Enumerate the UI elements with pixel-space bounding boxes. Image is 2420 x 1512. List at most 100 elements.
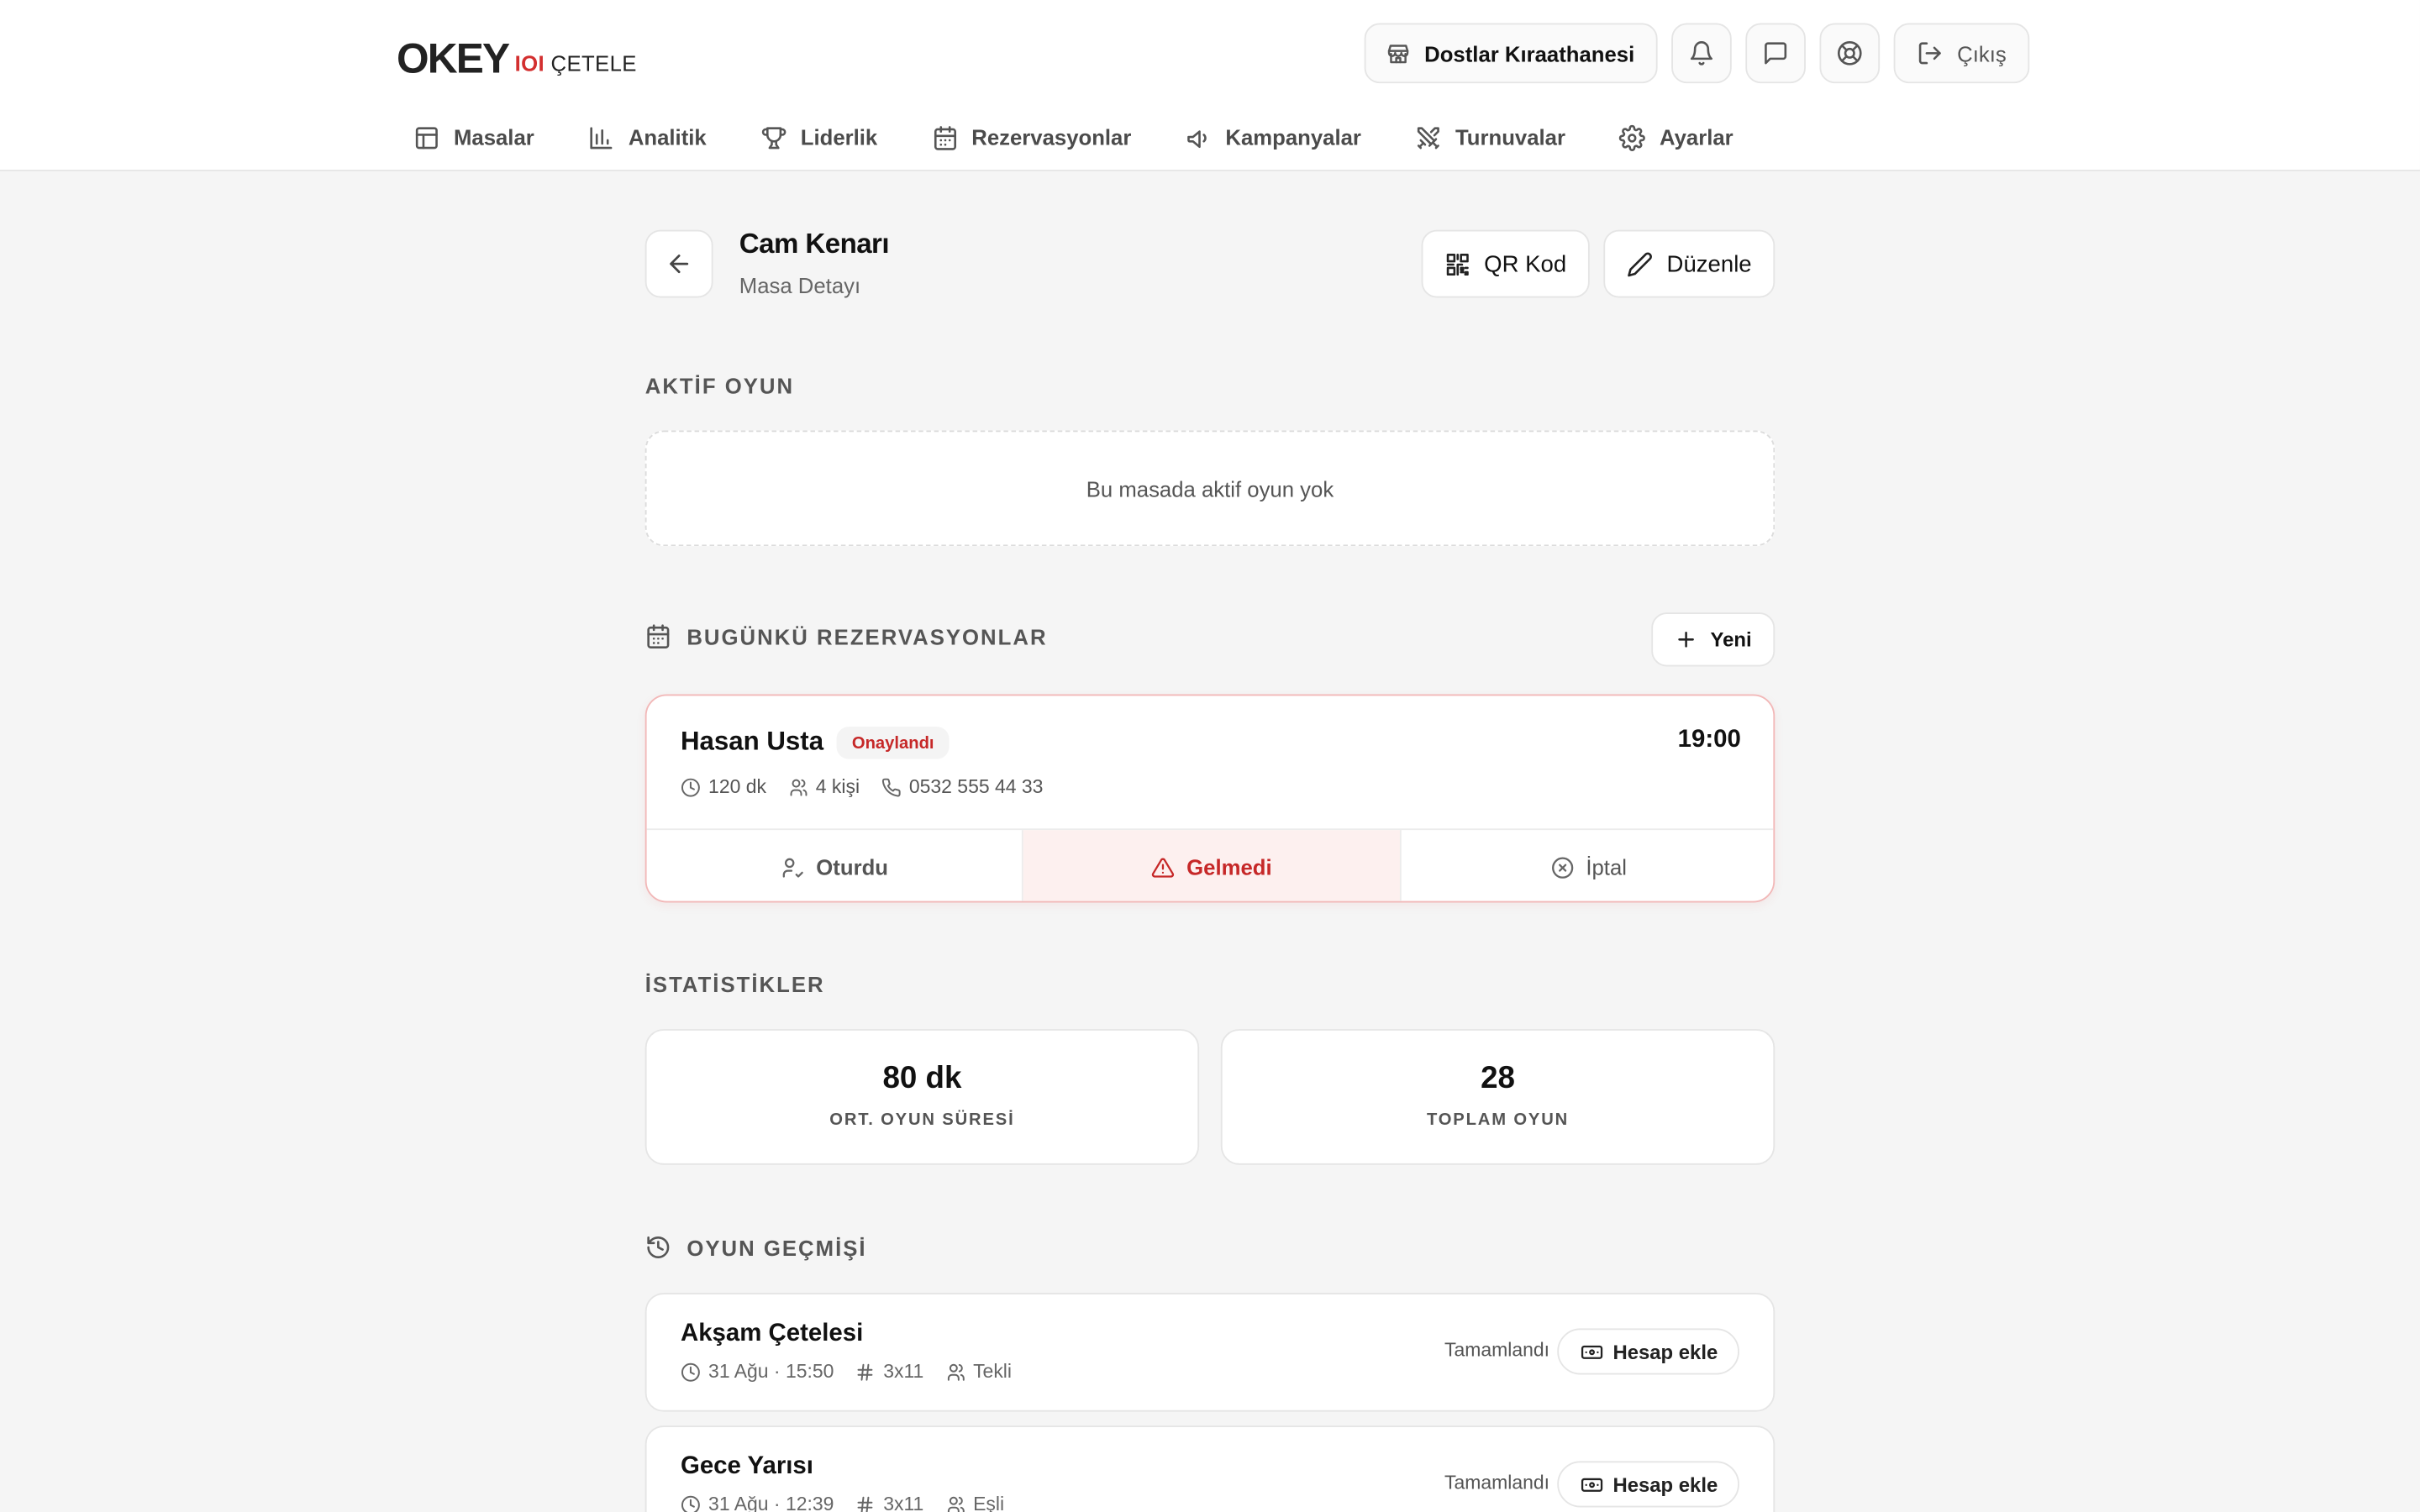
nav-label: Rezervasyonlar [971, 124, 1132, 150]
bell-icon [1691, 41, 1713, 66]
header-actions: Dostlar Kıraathanesi Çıkış [1364, 23, 2030, 84]
nav-item-turnuvalar[interactable]: Turnuvalar [1415, 120, 1565, 154]
title-block: Cam Kenarı Masa Detayı [739, 228, 890, 298]
logout-button[interactable]: Çıkış [1893, 23, 2030, 84]
user-check-icon [782, 857, 803, 877]
game-meta: 31 Ağu · 15:50 3x11 Tekli [681, 1361, 1012, 1383]
add-bill-label: Hesap ekle [1612, 1340, 1718, 1363]
title-actions: QR Kod Düzenle [1420, 229, 1776, 298]
datetime-item: 31 Ağu · 15:50 [681, 1361, 834, 1383]
x-circle-icon [1551, 856, 1573, 878]
mode-text: Eşli [973, 1493, 1005, 1512]
logout-icon [1918, 42, 1942, 65]
pencil-icon [1628, 251, 1652, 276]
page-subtitle: Masa Detayı [739, 273, 861, 298]
game-status: Tamamlandı [1444, 1472, 1550, 1494]
history-heading: OYUN GEÇMİŞİ [645, 1234, 867, 1260]
nav-item-kampanyalar[interactable]: Kampanyalar [1186, 120, 1361, 154]
notifications-button[interactable] [1671, 23, 1732, 84]
mode-text: Tekli [973, 1360, 1013, 1383]
logo-subtext: IOI ÇETELE [514, 50, 637, 76]
page-header: Cam Kenarı Masa Detayı QR Kod Düzenle [644, 228, 1776, 298]
game-meta: 31 Ağu · 12:39 3x11 Eşli [681, 1494, 1004, 1512]
reservations-heading: BUGÜNKÜ REZERVASYONLAR [645, 623, 1048, 649]
history-row[interactable]: Gece Yarısı 31 Ağu · 12:39 3x11 Eşli Tam… [644, 1425, 1776, 1512]
support-button[interactable] [1819, 23, 1881, 84]
no-show-button[interactable]: Gelmedi [1023, 830, 1402, 901]
nav-label: Turnuvalar [1455, 124, 1565, 150]
qr-code-icon [1446, 253, 1469, 276]
datetime-text: 31 Ağu · 15:50 [708, 1360, 834, 1383]
users-icon [789, 778, 807, 795]
new-reservation-button[interactable]: Yeni [1651, 612, 1776, 667]
life-buoy-icon [1838, 41, 1862, 66]
phone-item[interactable]: 0532 555 44 33 [881, 775, 1044, 798]
edit-button[interactable]: Düzenle [1603, 229, 1776, 298]
swords-icon [1417, 126, 1439, 149]
stat-value: 80 dk [882, 1061, 962, 1096]
page-title: Cam Kenarı [739, 228, 890, 260]
stat-card-avg-duration: 80 dk ORT. OYUN SÜRESİ [644, 1029, 1200, 1165]
edit-label: Düzenle [1666, 250, 1752, 277]
add-bill-button[interactable]: Hesap ekle [1557, 1328, 1739, 1375]
qr-code-button[interactable]: QR Kod [1420, 229, 1590, 298]
users-icon [946, 1362, 964, 1380]
nav-item-analitik[interactable]: Analitik [588, 120, 707, 154]
clock-icon [681, 1494, 700, 1512]
stat-value: 28 [1481, 1061, 1515, 1096]
seated-label: Oturdu [816, 854, 888, 879]
seated-button[interactable]: Oturdu [647, 830, 1024, 901]
trophy-icon [761, 126, 786, 149]
game-status: Tamamlandı [1444, 1339, 1550, 1361]
reservation-name: Hasan Usta [680, 727, 824, 756]
megaphone-icon [1187, 129, 1207, 148]
people-text: 4 kişi [815, 775, 860, 798]
active-game-heading: AKTİF OYUN [644, 373, 795, 398]
active-game-empty: Bu masada aktif oyun yok [644, 430, 1776, 547]
format-text: 3x11 [883, 1493, 924, 1512]
datetime-text: 31 Ağu · 12:39 [708, 1493, 834, 1512]
cancel-button[interactable]: İptal [1401, 830, 1773, 900]
plus-icon [1678, 632, 1695, 648]
nav-label: Kampanyalar [1225, 124, 1361, 150]
reservation-time: 19:00 [1677, 727, 1741, 753]
stat-label: TOPLAM OYUN [1426, 1110, 1570, 1130]
datetime-item: 31 Ağu · 12:39 [681, 1494, 834, 1512]
nav-label: Analitik [628, 124, 707, 150]
calendar-icon [647, 624, 670, 648]
reservation-meta: 120 dk 4 kişi 0532 555 44 33 [681, 776, 1043, 798]
nav-item-ayarlar[interactable]: Ayarlar [1619, 120, 1733, 154]
nav-item-liderlik[interactable]: Liderlik [760, 120, 877, 154]
clock-icon [681, 1362, 700, 1381]
brand-logo[interactable]: OKEY IOI ÇETELE [397, 28, 637, 80]
status-badge: Onaylandı [836, 727, 950, 759]
add-bill-button[interactable]: Hesap ekle [1557, 1461, 1739, 1508]
message-icon [1765, 42, 1787, 65]
users-icon [946, 1495, 964, 1512]
logout-label: Çıkış [1957, 40, 2007, 66]
nav-item-rezervasyonlar[interactable]: Rezervasyonlar [932, 120, 1132, 154]
nav-label: Masalar [453, 124, 534, 150]
arrow-left-icon [670, 255, 689, 274]
new-reservation-label: Yeni [1710, 627, 1752, 652]
format-text: 3x11 [883, 1360, 924, 1383]
logo-text: OKEY [397, 35, 510, 82]
hash-icon [858, 1495, 874, 1512]
phone-text: 0532 555 44 33 [908, 775, 1044, 798]
duration-item: 120 dk [681, 776, 766, 798]
bar-chart-icon [590, 126, 613, 149]
phone-icon [881, 777, 901, 796]
reservation-card: Hasan Usta Onaylandı 19:00 120 dk 4 kişi… [644, 694, 1776, 903]
messages-button[interactable] [1745, 23, 1807, 84]
duration-text: 120 dk [708, 775, 766, 798]
stats-heading: İSTATİSTİKLER [644, 972, 825, 997]
nav-item-masalar[interactable]: Masalar [413, 120, 534, 154]
people-item: 4 kişi [788, 776, 860, 798]
history-row[interactable]: Akşam Çetelesi 31 Ağu · 15:50 3x11 Tekli… [644, 1293, 1776, 1412]
add-bill-label: Hesap ekle [1612, 1473, 1718, 1496]
venue-button[interactable]: Dostlar Kıraathanesi [1364, 23, 1658, 84]
store-icon [1387, 44, 1409, 63]
back-button[interactable] [644, 229, 713, 298]
history-label: OYUN GEÇMİŞİ [687, 1235, 867, 1260]
game-name: Akşam Çetelesi [680, 1320, 864, 1347]
